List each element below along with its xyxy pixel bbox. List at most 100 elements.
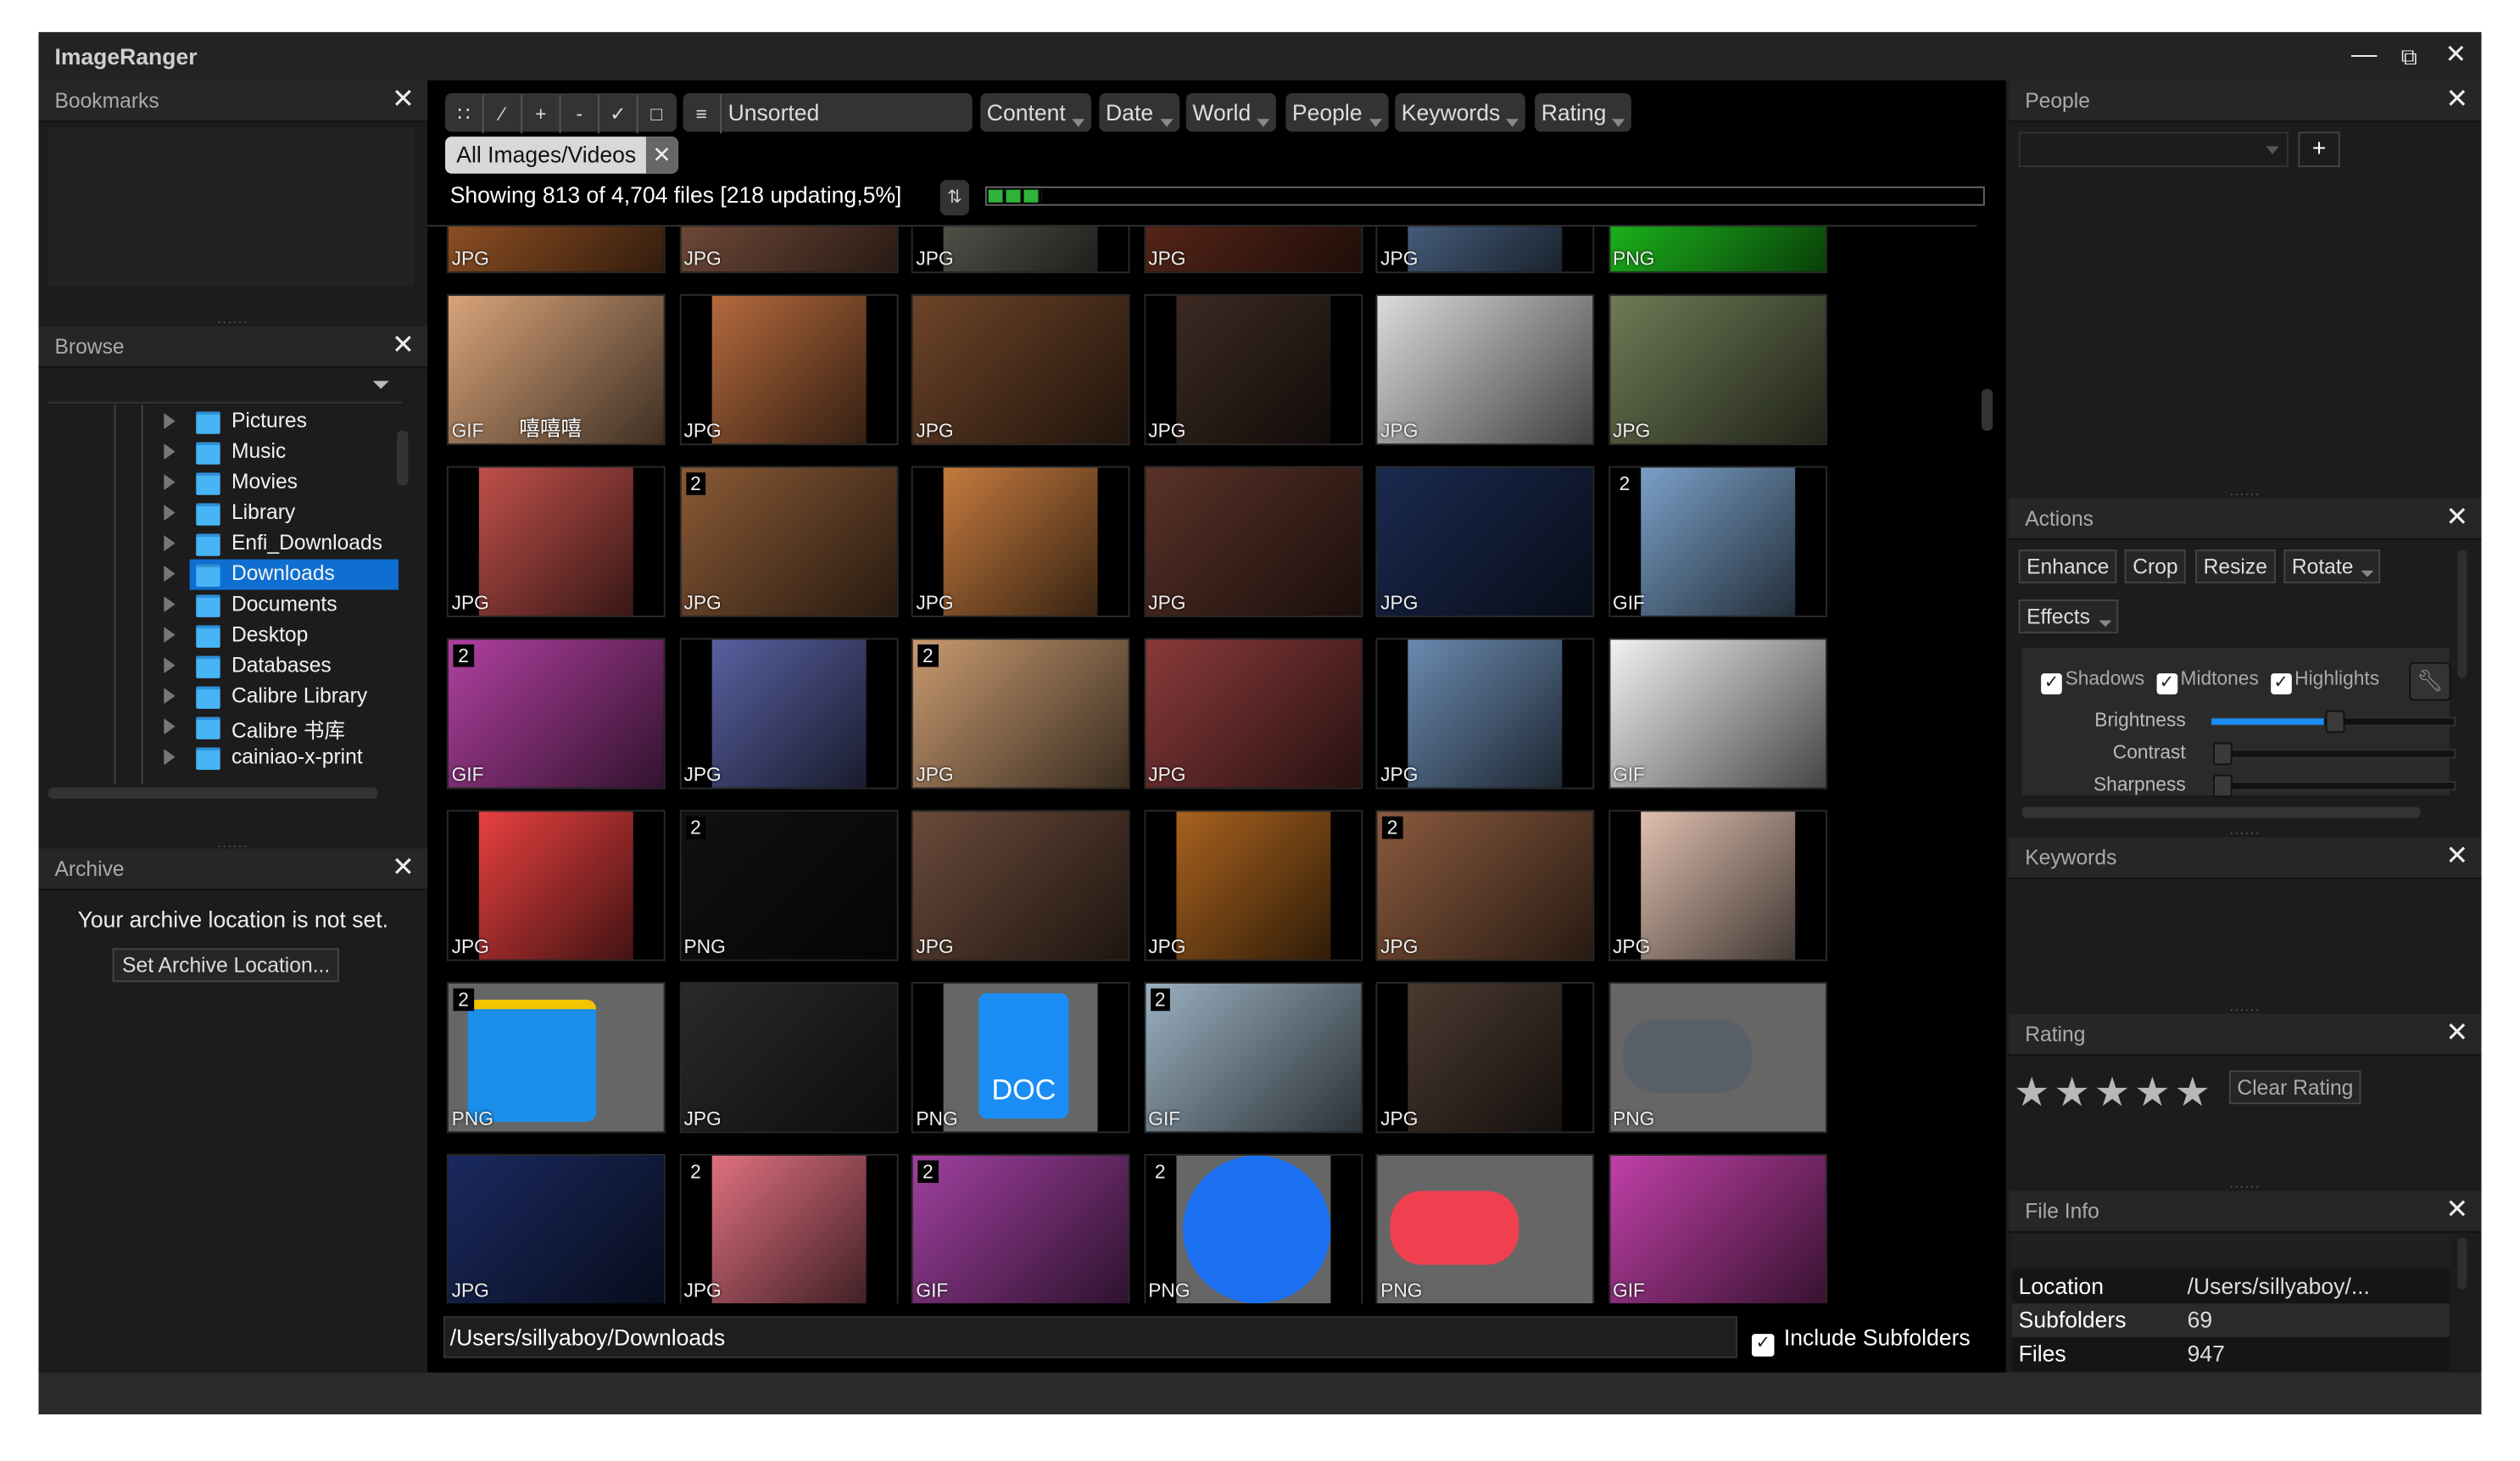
close-icon[interactable]: ✕ <box>392 852 415 884</box>
sharpness-slider[interactable] <box>2211 774 2456 798</box>
sort-dropdown[interactable]: ≡ Unsorted <box>683 92 973 134</box>
folder-item[interactable]: Pictures <box>48 407 402 438</box>
splitter-handle[interactable]: ...... <box>38 312 427 326</box>
midtones-checkbox[interactable]: ✓ Midtones <box>2156 667 2259 694</box>
actions-hscrollbar[interactable] <box>2021 806 2421 818</box>
close-icon[interactable]: ✕ <box>2439 40 2472 72</box>
slider-knob[interactable] <box>2212 742 2233 766</box>
expand-arrow-icon[interactable] <box>164 627 176 644</box>
close-icon[interactable]: ✕ <box>2445 840 2468 873</box>
star-icon[interactable]: ★ <box>2054 1068 2089 1117</box>
thumbnail-tile[interactable]: JPG <box>678 226 898 274</box>
folder-item[interactable]: cainiao-x-print <box>48 743 402 773</box>
expand-arrow-icon[interactable] <box>164 657 176 674</box>
include-subfolders-checkbox[interactable]: ✓ Include Subfolders <box>1751 1324 1971 1357</box>
thumbnail-tile[interactable]: JPG <box>1143 226 1363 274</box>
close-icon[interactable]: ✕ <box>2445 1194 2468 1226</box>
star-icon[interactable]: ★ <box>2014 1068 2049 1117</box>
thumbnail-tile[interactable]: 2 GIF <box>446 638 666 789</box>
rotate-dropdown[interactable]: Rotate <box>2283 549 2381 584</box>
thumbnail-tile[interactable]: 2 PNG <box>678 810 898 962</box>
splitter-handle[interactable]: ...... <box>2009 1176 2481 1191</box>
zoom-out-icon[interactable]: - <box>560 94 599 134</box>
expand-arrow-icon[interactable] <box>164 688 176 705</box>
thumbnail-tile[interactable]: GIF <box>1608 638 1827 789</box>
thumbnail-tile[interactable]: 2 JPG <box>911 638 1130 789</box>
expand-arrow-icon[interactable] <box>164 443 176 460</box>
enhance-button[interactable]: Enhance <box>2018 549 2117 584</box>
shadows-checkbox[interactable]: ✓ Shadows <box>2041 667 2144 694</box>
splitter-handle[interactable]: ...... <box>2009 823 2481 837</box>
thumbnail-tile[interactable]: JPG <box>1375 638 1595 789</box>
thumbnail-tile[interactable]: 2 PNG <box>1143 1153 1363 1304</box>
splitter-handle[interactable]: ...... <box>2009 1000 2481 1014</box>
add-person-button[interactable]: + <box>2298 131 2340 168</box>
thumbnail-tile[interactable]: GIF <box>1608 1153 1827 1304</box>
thumbnail-tile[interactable]: JPG <box>1375 982 1595 1134</box>
options-icon[interactable]: ⇅ <box>939 180 969 215</box>
close-icon[interactable]: ✕ <box>2445 1018 2468 1050</box>
folder-item[interactable]: Library <box>48 499 402 529</box>
folder-item[interactable]: Databases <box>48 651 402 682</box>
expand-arrow-icon[interactable] <box>164 474 176 491</box>
filter-world-dropdown[interactable]: World <box>1185 92 1277 132</box>
thumbnail-tile[interactable]: JPG <box>911 466 1130 617</box>
thumbnail-tile[interactable]: JPG <box>1608 810 1827 962</box>
thumbnail-tile[interactable]: JPG <box>446 1153 666 1304</box>
thumbnail-tile[interactable]: 2 GIF <box>1608 466 1827 617</box>
expand-arrow-icon[interactable] <box>164 413 176 430</box>
filter-date-dropdown[interactable]: Date <box>1099 92 1179 132</box>
resize-button[interactable]: Resize <box>2195 549 2276 584</box>
thumbnail-tile[interactable]: JPG <box>1143 466 1363 617</box>
thumbnail-tile[interactable]: PNG <box>1608 226 1827 274</box>
thumbnail-tile[interactable]: JPG <box>1143 638 1363 789</box>
fileinfo-scrollbar[interactable] <box>2457 1237 2467 1290</box>
expand-arrow-icon[interactable] <box>164 535 176 552</box>
effects-dropdown[interactable]: Effects <box>2018 599 2118 633</box>
filter-keywords-dropdown[interactable]: Keywords <box>1395 92 1526 132</box>
thumbnail-tile[interactable]: 嘻嘻嘻 GIF <box>446 293 666 446</box>
slider-knob[interactable] <box>2212 774 2233 798</box>
close-icon[interactable]: ✕ <box>392 330 415 362</box>
path-field[interactable]: /Users/sillyaboy/Downloads <box>443 1316 1737 1358</box>
set-archive-location-button[interactable]: Set Archive Location... <box>112 948 340 983</box>
filter-people-dropdown[interactable]: People <box>1285 92 1388 132</box>
thumbnail-tile[interactable]: JPG <box>911 226 1130 274</box>
thumbnail-tile[interactable]: JPG <box>911 293 1130 446</box>
star-icon[interactable]: ★ <box>2174 1068 2210 1117</box>
thumbnail-tile[interactable]: 2 JPG <box>1375 810 1595 962</box>
thumbnail-tile[interactable]: JPG <box>678 638 898 789</box>
folder-item[interactable]: Music <box>48 438 402 468</box>
star-icon[interactable]: ★ <box>2094 1068 2130 1117</box>
thumbnail-tile[interactable]: JPG <box>678 293 898 446</box>
filter-rating-dropdown[interactable]: Rating <box>1535 92 1632 132</box>
folder-item[interactable]: Movies <box>48 468 402 499</box>
thumbnail-tile[interactable]: 2 GIF <box>1143 982 1363 1134</box>
thumbnail-tile[interactable]: JPG <box>446 810 666 962</box>
bookmarks-list[interactable] <box>47 128 415 287</box>
thumbnail-tile[interactable]: JPG <box>1375 293 1595 446</box>
actions-scrollbar[interactable] <box>2457 549 2467 678</box>
zoom-in-icon[interactable]: + <box>522 94 561 134</box>
thumbnail-tile[interactable]: 2 JPG <box>678 1153 898 1304</box>
thumbnail-tile[interactable]: JPG <box>446 226 666 274</box>
wrench-icon[interactable]: 🔧︎ <box>2409 661 2451 701</box>
grid-scrollbar[interactable] <box>1982 388 1993 431</box>
thumbnail-tile[interactable]: PNG <box>1375 1153 1595 1304</box>
folder-icon[interactable]: □ <box>638 95 675 133</box>
expand-arrow-icon[interactable] <box>164 718 176 735</box>
filter-chip[interactable]: All Images/Videos ✕ <box>445 137 678 174</box>
highlights-checkbox[interactable]: ✓ Highlights <box>2270 667 2379 694</box>
restore-icon[interactable]: ⧉ <box>2393 40 2425 72</box>
expand-arrow-icon[interactable] <box>164 749 176 766</box>
edit-icon[interactable]: ∕ <box>484 94 523 134</box>
thumbnail-tile[interactable]: JPG <box>1375 466 1595 617</box>
expand-arrow-icon[interactable] <box>164 596 176 613</box>
star-icon[interactable]: ★ <box>2134 1068 2170 1117</box>
folder-item[interactable]: Documents <box>48 590 402 621</box>
crop-button[interactable]: Crop <box>2124 549 2187 584</box>
thumbnail-tile[interactable]: 2 PNG <box>446 982 666 1134</box>
tree-scrollbar[interactable] <box>397 430 409 486</box>
grid-view-icon[interactable]: ∷ <box>445 94 484 134</box>
folder-item[interactable]: Enfi_Downloads <box>48 529 402 560</box>
